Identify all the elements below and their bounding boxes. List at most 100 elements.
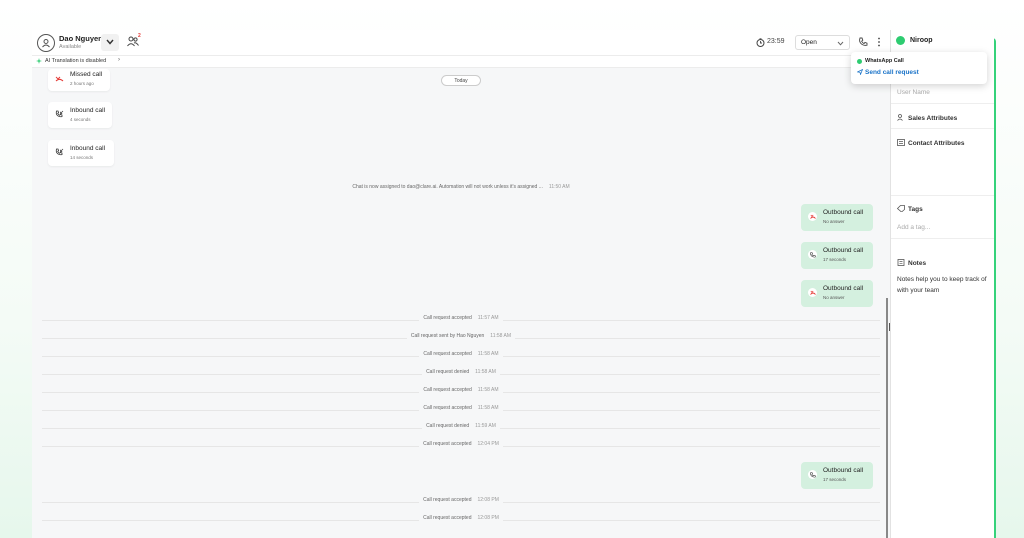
whatsapp-status-dot [857, 59, 862, 64]
sparkle-icon [36, 58, 42, 64]
outbound-call-card: Outbound call 17 seconds [801, 242, 873, 269]
call-subtitle: No answer [823, 219, 845, 224]
sales-attributes-label: Sales Attributes [908, 115, 958, 122]
call-title: Outbound call [823, 285, 864, 292]
call-title: Outbound call [823, 247, 864, 254]
call-title: Missed call [70, 71, 103, 78]
missed-call-icon [809, 214, 816, 219]
event-text: Call request accepted [423, 387, 472, 393]
event-time: 11:58 AM [477, 387, 499, 393]
event-time: 11:59 AM [475, 423, 496, 429]
event-text: Call request accepted [423, 315, 472, 321]
tags-section: Tags [897, 205, 923, 213]
outbound-call-card: Outbound call 17 seconds [801, 462, 873, 489]
ai-translation-bar[interactable]: AI Translation is disabled › [32, 56, 890, 68]
contact-dropdown-button[interactable] [101, 34, 119, 51]
outbound-call-card: Outbound call No answer [801, 204, 873, 231]
conversation-header: Dao Nguyen Available 2 23:59 Open [32, 30, 890, 56]
menu-title: WhatsApp Call [865, 58, 904, 64]
team-count-badge: 2 [138, 33, 141, 39]
contact-card-icon [897, 139, 905, 146]
contact-status: Available [59, 44, 82, 50]
missed-call-icon [809, 290, 816, 295]
event-text: Call request accepted [423, 497, 472, 503]
event-text-wrap: Call request accepted 12:08 PM [419, 497, 503, 503]
assignment-message: Chat is now assigned to dao@clare.ai. Au… [32, 184, 890, 194]
event-text: Call request denied [426, 369, 470, 375]
event-text-wrap: Call request accepted 12:04 PM [419, 441, 503, 447]
call-event-log: Call request accepted 12:04 PM [32, 441, 890, 451]
event-text: Call request accepted [423, 405, 472, 411]
user-tag-icon [897, 114, 903, 121]
call-options-menu: WhatsApp Call Send call request [851, 52, 987, 84]
event-time: 12:08 PM [477, 497, 499, 503]
chat-scrollbar[interactable] [886, 298, 888, 538]
call-icon[interactable] [858, 37, 868, 47]
inbound-call-icon [55, 148, 64, 156]
event-text: Call request sent by Hao Nguyen [410, 333, 485, 339]
message-time: 11:50 AM [548, 184, 570, 190]
username-field[interactable]: User Name [897, 89, 930, 96]
contact-name: Dao Nguyen [59, 34, 103, 43]
add-tag-input[interactable]: Add a tag... [897, 224, 930, 231]
notes-icon [897, 259, 905, 266]
conversation-status-select[interactable]: Open [795, 35, 850, 50]
event-time: 11:58 AM [490, 333, 512, 339]
call-subtitle: 17 seconds [823, 477, 847, 482]
contact-attributes-label: Contact Attributes [908, 140, 965, 147]
event-text-wrap: Call request accepted 11:58 AM [419, 387, 503, 393]
call-subtitle: 14 seconds [70, 155, 94, 160]
notes-help-text: Notes help you to keep track of with you… [897, 276, 987, 294]
message-list: Today Missed call 2 hours ago Inbound ca… [32, 68, 890, 538]
resize-handle[interactable] [889, 323, 890, 331]
call-title: Outbound call [823, 209, 864, 216]
event-text: Call request accepted [423, 441, 472, 447]
agent-name: Niroop [910, 37, 933, 44]
notes-section: Notes [897, 259, 926, 267]
session-timer: 23:59 [767, 38, 785, 45]
phone-icon [809, 251, 816, 257]
event-text: Call request accepted [423, 515, 472, 521]
call-icon-badge [808, 288, 817, 297]
send-call-request-item[interactable]: Send call request [865, 69, 919, 76]
contact-sidebar: Niroop User Name Sales Attributes Contac… [889, 30, 994, 538]
notes-label: Notes [908, 260, 927, 267]
timer-icon [756, 38, 765, 47]
call-event-log: Call request denied 11:59 AM [32, 423, 890, 433]
date-separator: Today [441, 75, 481, 86]
call-event-card: Inbound call 14 seconds [48, 140, 114, 166]
missed-call-icon [55, 76, 64, 82]
user-icon [42, 39, 50, 48]
more-options-icon[interactable] [877, 37, 881, 47]
call-event-log: Call request accepted 11:57 AM [32, 315, 890, 325]
call-icon-badge [808, 470, 817, 479]
sidebar-header: Niroop [891, 30, 994, 52]
status-value: Open [801, 39, 817, 46]
call-event-log: Call request accepted 11:58 AM [32, 405, 890, 415]
user-avatar[interactable] [37, 34, 55, 52]
event-text-wrap: Call request accepted 11:57 AM [419, 315, 503, 321]
event-time: 11:57 AM [477, 315, 499, 321]
event-text-wrap: Call request sent by Hao Nguyen 11:58 AM [406, 333, 516, 339]
sales-attributes-section[interactable]: Sales Attributes [897, 114, 957, 122]
call-event-card: Inbound call 4 seconds [48, 102, 112, 128]
divider [891, 103, 994, 104]
ai-translation-status: AI Translation is disabled [45, 58, 107, 64]
call-event-log: Call request accepted 12:08 PM [32, 515, 890, 525]
call-subtitle: 2 hours ago [70, 81, 94, 86]
event-text-wrap: Call request accepted 11:58 AM [419, 405, 503, 411]
call-icon-badge [808, 212, 817, 221]
event-time: 11:58 AM [477, 351, 499, 357]
divider [891, 128, 994, 129]
call-subtitle: 17 seconds [823, 257, 847, 262]
chat-window: Dao Nguyen Available 2 23:59 Open AI Tra… [32, 30, 994, 538]
contact-attributes-section[interactable]: Contact Attributes [897, 139, 964, 147]
call-title: Outbound call [823, 467, 864, 474]
call-icon-badge [808, 250, 817, 259]
chevron-right-icon[interactable]: › [118, 57, 120, 63]
tag-icon [897, 205, 905, 212]
outbound-call-card: Outbound call No answer [801, 280, 873, 307]
event-time: 12:08 PM [477, 515, 499, 521]
chevron-down-icon [106, 39, 114, 45]
chevron-down-icon [837, 41, 844, 46]
